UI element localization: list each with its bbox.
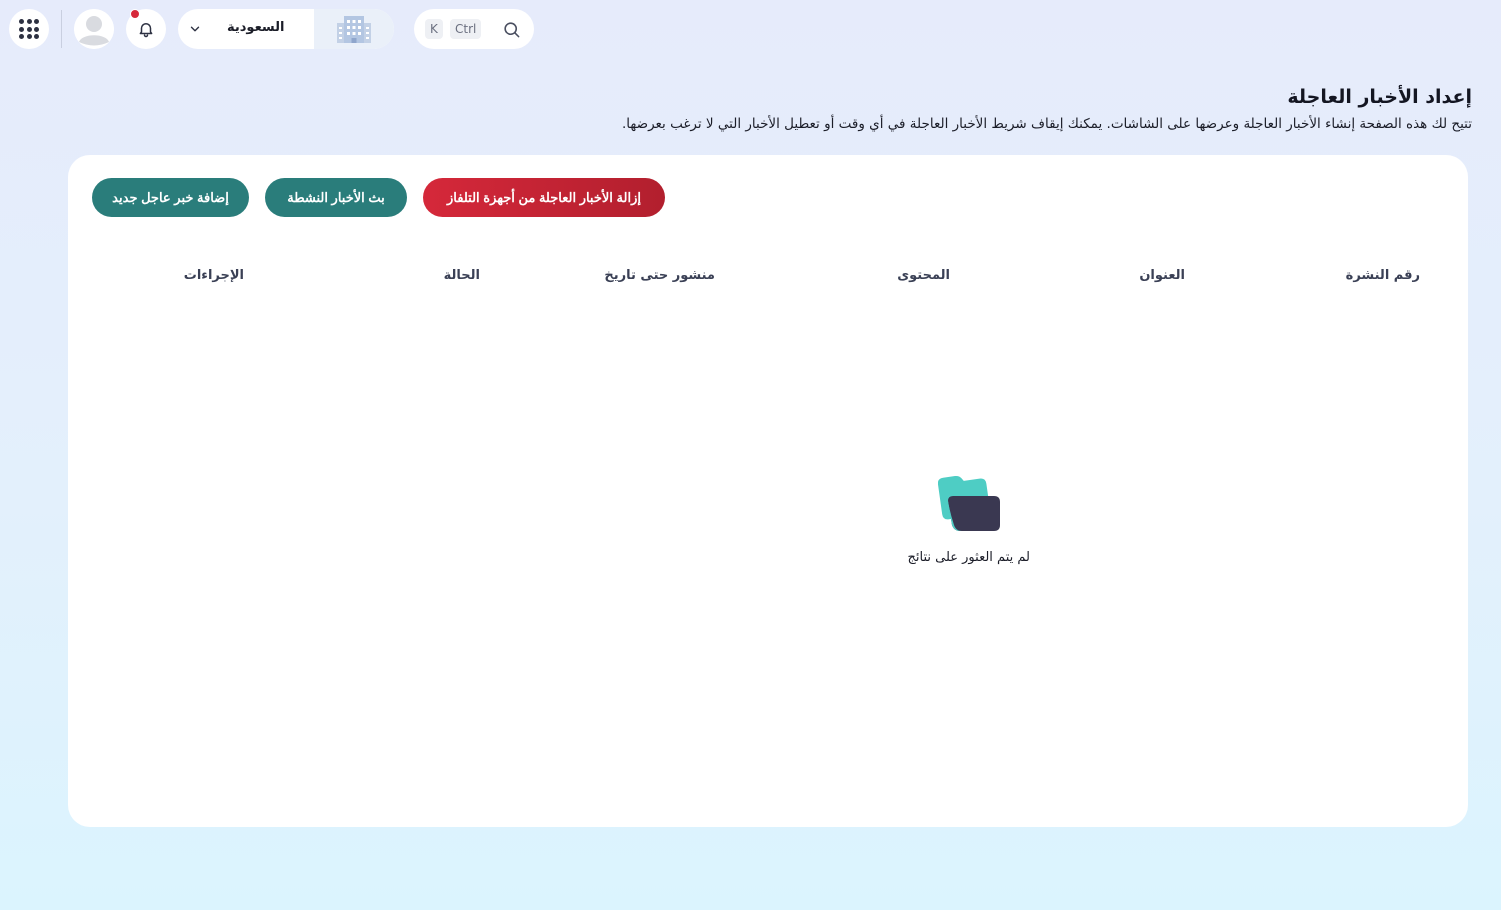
column-header-title[interactable]: العنوان bbox=[1139, 268, 1185, 283]
column-header-status[interactable]: الحالة bbox=[444, 268, 480, 283]
column-header-number[interactable]: رقم النشرة bbox=[1346, 268, 1420, 283]
country-name: السعودية bbox=[227, 20, 285, 35]
building-icon bbox=[337, 16, 371, 43]
column-header-published-until[interactable]: منشور حتى تاريخ bbox=[604, 268, 715, 283]
column-header-actions[interactable]: الإجراءات bbox=[184, 268, 244, 283]
empty-state-message: لم يتم العثور على نتائج bbox=[907, 550, 1030, 565]
page-description: تتيح لك هذه الصفحة إنشاء الأخبار العاجلة… bbox=[621, 116, 1472, 132]
add-breaking-news-button[interactable]: إضافة خبر عاجل جديد bbox=[92, 178, 249, 217]
remove-news-from-tvs-button[interactable]: إزالة الأخبار العاجلة من أجهزة التلفاز bbox=[423, 178, 665, 217]
shortcut-modifier: Ctrl bbox=[450, 19, 482, 39]
breaking-news-card: إضافة خبر عاجل جديد بث الأخبار النشطة إز… bbox=[68, 155, 1468, 827]
user-avatar-button[interactable] bbox=[74, 9, 114, 49]
global-search-button[interactable]: K Ctrl bbox=[414, 9, 534, 49]
search-icon bbox=[504, 22, 520, 38]
column-header-content[interactable]: المحتوى bbox=[897, 268, 950, 283]
user-avatar-icon bbox=[74, 9, 114, 49]
country-selector[interactable]: السعودية bbox=[178, 9, 394, 49]
notification-dot bbox=[130, 9, 140, 19]
building-icon-container bbox=[314, 9, 394, 49]
page-title: إعداد الأخبار العاجلة bbox=[1287, 86, 1472, 108]
apps-menu-button[interactable] bbox=[9, 9, 49, 49]
chevron-down-icon bbox=[190, 26, 200, 32]
topbar-divider bbox=[61, 10, 62, 48]
broadcast-active-news-button[interactable]: بث الأخبار النشطة bbox=[265, 178, 407, 217]
shortcut-key: K bbox=[425, 19, 443, 39]
bell-icon bbox=[139, 23, 153, 38]
apps-grid-icon bbox=[19, 19, 39, 39]
top-bar: السعودية K Ctrl bbox=[0, 0, 1501, 58]
empty-folder-icon bbox=[938, 475, 1000, 531]
